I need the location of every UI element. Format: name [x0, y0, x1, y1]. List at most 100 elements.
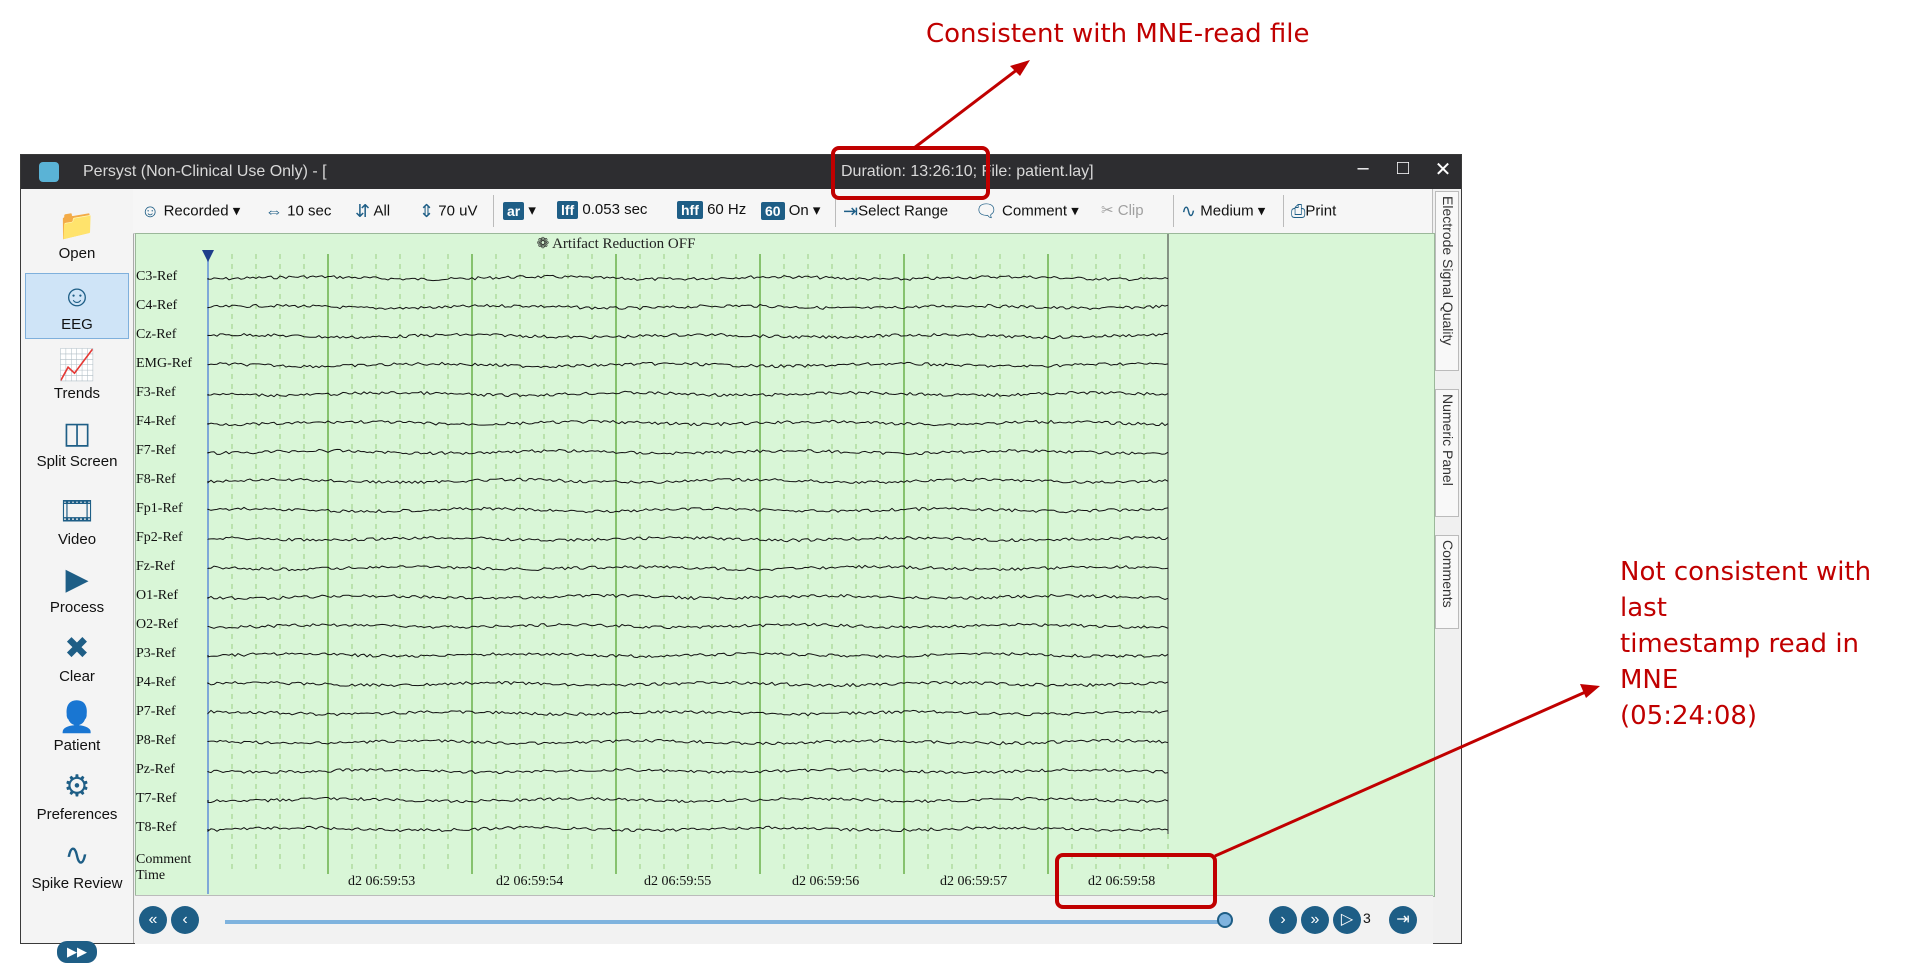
channel-label[interactable]: Fp1-Ref: [136, 501, 183, 517]
montage-dropdown[interactable]: ⇵ All: [355, 201, 390, 222]
channel-label[interactable]: F3-Ref: [136, 385, 176, 401]
sensitivity-label: 70 uV: [438, 202, 478, 220]
go-to-end-button[interactable]: ⇥: [1389, 906, 1417, 934]
sidebar-item-label: EEG: [61, 316, 93, 333]
channel-label[interactable]: O1-Ref: [136, 588, 178, 604]
channel-label[interactable]: F8-Ref: [136, 472, 176, 488]
annotation-not-consistent-text: Not consistent with last timestamp read …: [1620, 557, 1872, 731]
sidebar-item-video[interactable]: 🎞 Video: [25, 489, 129, 555]
tab-comments[interactable]: Comments: [1435, 535, 1459, 629]
timebase-arrows-icon: ⇔: [265, 201, 283, 221]
tab-electrode-signal-quality[interactable]: Electrode Signal Quality: [1435, 191, 1459, 371]
title-bar: Persyst (Non-Clinical Use Only) - [ Dura…: [21, 155, 1461, 189]
channel-label[interactable]: Cz-Ref: [136, 327, 176, 343]
timebase-dropdown[interactable]: ⇔ 10 sec: [265, 201, 331, 222]
print-button[interactable]: ⎙Print: [1291, 201, 1336, 222]
channel-label[interactable]: C4-Ref: [136, 298, 177, 314]
channel-label[interactable]: T7-Ref: [136, 791, 176, 807]
time-tick-label: d2 06:59:55: [644, 874, 712, 889]
sidebar-item-trends[interactable]: 📈 Trends: [25, 343, 129, 409]
channel-label[interactable]: P4-Ref: [136, 675, 176, 691]
split-screen-icon: ◫: [62, 417, 92, 450]
ar-badge: ar: [503, 202, 525, 221]
app-icon: [39, 162, 59, 182]
process-icon: ▶: [65, 563, 89, 596]
channel-label[interactable]: F7-Ref: [136, 443, 176, 459]
recorded-label: Recorded: [163, 202, 229, 220]
fast-forward-button[interactable]: »: [1301, 906, 1329, 934]
tab-numeric-panel[interactable]: Numeric Panel: [1435, 389, 1459, 517]
sidebar-item-eeg[interactable]: ☺ EEG: [25, 273, 129, 339]
sensitivity-dropdown[interactable]: ⇕ 70 uV: [419, 201, 477, 222]
time-cursor-marker: [202, 250, 214, 262]
sidebar-item-label: Video: [57, 531, 97, 548]
sidebar-item-label: Open: [58, 245, 96, 262]
hff-dropdown[interactable]: hff 60 Hz: [677, 201, 746, 220]
print-label: Print: [1305, 202, 1337, 220]
channel-label[interactable]: P7-Ref: [136, 704, 176, 720]
toolbar: ☺ Recorded ▾ ⇔ 10 sec ⇵ All ⇕ 70 uV ar ▾…: [133, 189, 1433, 234]
select-range-button[interactable]: ⇥Select Range: [843, 201, 948, 222]
sidebar-item-spike-review[interactable]: ∿ Spike Review: [25, 833, 129, 899]
lff-badge: lff: [557, 201, 579, 220]
channel-label[interactable]: O2-Ref: [136, 617, 178, 633]
lff-dropdown[interactable]: lff 0.053 sec: [557, 201, 648, 220]
timebase-label: 10 sec: [287, 202, 332, 220]
sidebar-item-process[interactable]: ▶ Process: [25, 557, 129, 623]
channel-label[interactable]: T8-Ref: [136, 820, 176, 836]
notch-badge: 60: [761, 202, 785, 221]
time-tick-label: d2 06:59:58: [1088, 874, 1156, 889]
minimize-button[interactable]: –: [1343, 157, 1383, 180]
folder-icon: 📁: [58, 209, 96, 242]
notch-dropdown[interactable]: 60 On ▾: [761, 201, 820, 221]
hff-badge: hff: [677, 201, 703, 220]
close-button[interactable]: ✕: [1423, 157, 1463, 182]
right-tab-panel: Electrode Signal Quality Numeric Panel C…: [1432, 189, 1461, 943]
clip-label: Clip: [1117, 202, 1144, 219]
eeg-trace: [207, 477, 1169, 485]
head-icon: ☺: [141, 201, 160, 221]
channel-label[interactable]: Pz-Ref: [136, 762, 175, 778]
eeg-plot-area[interactable]: ❁ Artifact Reduction OFF C3-Ref C4-Ref Cz-…: [135, 233, 1435, 897]
first-page-button[interactable]: «: [139, 906, 167, 934]
previous-page-button[interactable]: ‹: [171, 906, 199, 934]
channel-label[interactable]: Fz-Ref: [136, 559, 175, 575]
channel-label[interactable]: C3-Ref: [136, 269, 177, 285]
sidebar-item-clear[interactable]: ✖ Clear: [25, 626, 129, 692]
timeline-slider-track[interactable]: [225, 920, 1225, 924]
maximize-button[interactable]: □: [1383, 157, 1423, 180]
playback-speed-value[interactable]: 3: [1363, 910, 1371, 926]
lff-value: 0.053 sec: [582, 201, 648, 218]
sidebar-item-label: Clear: [59, 668, 95, 685]
sidebar-item-preferences[interactable]: ⚙ Preferences: [25, 764, 129, 830]
play-button[interactable]: ▷: [1333, 906, 1361, 934]
timeline-slider-knob[interactable]: [1217, 912, 1233, 928]
next-page-button[interactable]: ›: [1269, 906, 1297, 934]
channel-label[interactable]: P8-Ref: [136, 733, 176, 749]
select-range-label: Select Range: [858, 202, 949, 220]
patient-icon: 👤: [58, 701, 96, 734]
annotation-consistent-text: Consistent with MNE-read file: [926, 19, 1310, 49]
sidebar: 📁 Open ☺ EEG 📈 Trends ◫ Split Screen 🎞 Video …: [21, 189, 134, 963]
sidebar-item-label: Patient: [53, 737, 101, 754]
comment-bubble-icon: 🗨: [975, 201, 998, 221]
channel-label[interactable]: F4-Ref: [136, 414, 176, 430]
sidebar-item-open[interactable]: 📁 Open: [25, 203, 129, 269]
clip-button[interactable]: ✂ Clip: [1101, 201, 1144, 219]
channel-label[interactable]: Fp2-Ref: [136, 530, 183, 546]
eeg-trace: [207, 448, 1169, 456]
right-arrow-head: [1580, 684, 1600, 698]
sidebar-item-split-screen[interactable]: ◫ Split Screen: [25, 411, 129, 477]
sidebar-expand-button[interactable]: ▶▶: [57, 941, 97, 963]
sidebar-item-patient[interactable]: 👤 Patient: [25, 695, 129, 761]
ar-button[interactable]: ar ▾: [503, 201, 536, 221]
eeg-trace: [207, 738, 1169, 746]
channel-label[interactable]: EMG-Ref: [136, 356, 192, 372]
time-tick-label: d2 06:59:53: [348, 874, 416, 889]
sensitivity-icon: ⇕: [419, 201, 435, 221]
medium-label: Medium: [1200, 202, 1254, 220]
comment-dropdown[interactable]: 🗨 Comment ▾: [975, 201, 1079, 222]
medium-dropdown[interactable]: ∿ Medium ▾: [1181, 201, 1265, 222]
recorded-dropdown[interactable]: ☺ Recorded ▾: [141, 201, 240, 222]
channel-label[interactable]: P3-Ref: [136, 646, 176, 662]
